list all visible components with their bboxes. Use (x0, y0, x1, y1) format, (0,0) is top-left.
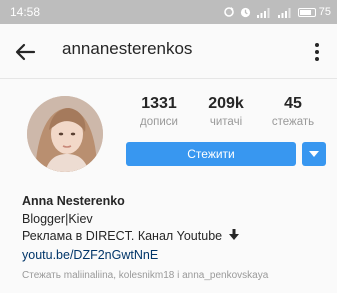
bio-line-2-text: Реклама в DIRECT. Канал Youtube (22, 229, 223, 243)
profile-stats: 1331 дописи 209k читачі 45 стежать (124, 94, 326, 134)
signal-icon (277, 7, 293, 18)
stat-followers[interactable]: 209k читачі (191, 94, 261, 130)
stat-posts-label: дописи (140, 116, 178, 128)
stat-following-label: стежать (271, 116, 315, 128)
follow-button[interactable]: Стежити (126, 142, 296, 166)
signal-icon (256, 7, 272, 18)
suggestions-dropdown-button[interactable] (302, 142, 326, 166)
stat-following[interactable]: 45 стежать (258, 94, 328, 130)
alarm-icon (240, 7, 251, 18)
triangle-down-icon (309, 145, 319, 163)
avatar[interactable] (27, 96, 103, 172)
battery-percent: 75 (318, 6, 331, 18)
stat-followers-value: 209k (208, 95, 244, 112)
stat-posts[interactable]: 1331 дописи (124, 94, 194, 130)
profile-name: Anna Nesterenko (22, 194, 125, 208)
stat-following-value: 45 (284, 95, 302, 112)
stat-posts-value: 1331 (141, 95, 177, 112)
bio-link[interactable]: youtu.be/DZF2nGwtNnE (22, 247, 332, 265)
bio-line-1: Blogger|Kiev (22, 211, 93, 226)
more-vertical-icon[interactable] (307, 41, 327, 63)
battery-icon: 75 (297, 0, 331, 24)
arrow-down-icon (228, 229, 239, 247)
status-bar: 14:58 75 (0, 0, 337, 24)
status-time: 14:58 (10, 5, 41, 19)
stat-followers-label: читачі (209, 116, 243, 128)
followed-by-text[interactable]: Стежать maliinaliina, kolesnikm18 і anna… (22, 267, 332, 285)
profile-bio: Anna Nesterenko Blogger|Kiev Реклама в D… (22, 193, 332, 285)
arrow-left-icon[interactable] (14, 41, 36, 63)
app-bar: annanesterenkos (0, 24, 337, 79)
sync-icon (223, 6, 235, 18)
bio-line-2: Реклама в DIRECT. Канал Youtube (22, 228, 332, 247)
status-icons: 75 (223, 0, 331, 24)
header-username: annanesterenkos (62, 39, 193, 58)
